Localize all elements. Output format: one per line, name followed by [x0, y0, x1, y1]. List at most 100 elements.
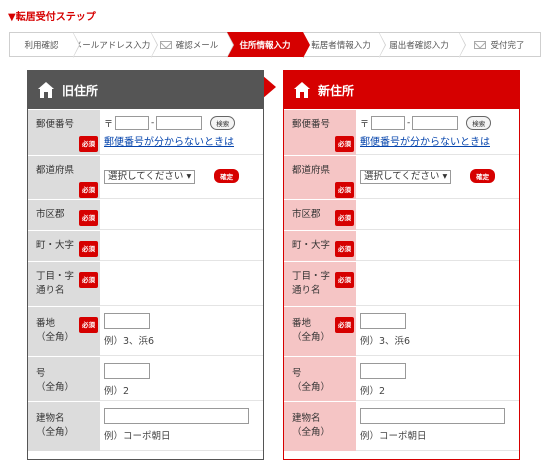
old-zip-help-link[interactable]: 郵便番号が分からないときは: [104, 133, 263, 148]
step-label: 届出者確認入力: [389, 40, 449, 51]
town-label: 町・大字 必須: [28, 231, 100, 261]
label-text: 建物名: [292, 413, 321, 424]
label-text: 都道府県: [292, 165, 331, 176]
required-badge: 必須: [335, 272, 354, 288]
banchi-row: 番地 （全角） 必須 例）3、浜6: [28, 306, 263, 356]
step-label: メールアドレス入力: [73, 40, 151, 51]
new-banchi-input[interactable]: [360, 313, 406, 329]
required-badge: 必須: [335, 210, 354, 226]
old-zip-first-input[interactable]: [115, 116, 150, 130]
go-label: 号 （全角）: [28, 357, 100, 401]
bldg-row: 建物名 （全角） 例）コーポ朝日: [28, 401, 263, 451]
step-label: 受付完了: [490, 40, 525, 51]
step-email-input: メールアドレス入力: [73, 32, 158, 58]
required-badge: 必須: [79, 136, 98, 152]
label-text: （全角）: [36, 332, 75, 343]
zip-value: 〒 - 検索 郵便番号が分からないときは: [356, 110, 519, 155]
go-label: 号 （全角）: [284, 357, 356, 401]
banchi-value: 例）3、浜6: [100, 307, 263, 356]
label-text: （全角）: [292, 382, 331, 393]
label-text: 建物名: [36, 413, 65, 424]
new-zip-second-input[interactable]: [412, 116, 459, 130]
city-value: [356, 200, 519, 230]
label-text: 町・大字: [292, 240, 331, 251]
label-text: 丁目・字: [292, 271, 331, 282]
pref-row: 都道府県 必須 選択してください ▾ 確定: [28, 155, 263, 199]
label-text: 町・大字: [36, 240, 75, 251]
pref-value: 選択してください ▾ 確定: [356, 156, 519, 199]
old-address-header: 旧住所: [28, 71, 263, 109]
city-label: 市区郡 必須: [28, 200, 100, 230]
step-label: 利用確認: [24, 40, 59, 51]
go-example: 例）2: [104, 386, 130, 397]
required-badge: 必須: [79, 182, 98, 198]
required-badge: 必須: [335, 241, 354, 257]
town-row: 町・大字 必須: [28, 230, 263, 261]
pref-row: 都道府県 必須 選択してください ▾ 確定: [284, 155, 519, 199]
new-zip-first-input[interactable]: [371, 116, 406, 130]
label-text: 市区郡: [36, 209, 65, 220]
old-zip-second-input[interactable]: [156, 116, 203, 130]
step-label: 転居者情報入力: [311, 40, 371, 51]
chome-row: 丁目・字 通り名 必須: [28, 261, 263, 306]
bldg-value: 例）コーポ朝日: [356, 402, 519, 451]
old-prefecture-select[interactable]: 選択してください ▾: [104, 170, 196, 184]
pref-label: 都道府県 必須: [28, 156, 100, 199]
step-label: 確認メール: [175, 40, 219, 51]
required-badge: 必須: [79, 210, 98, 226]
new-zip-help-link[interactable]: 郵便番号が分からないときは: [360, 133, 519, 148]
old-building-input[interactable]: [104, 408, 249, 424]
town-row: 町・大字 必須: [284, 230, 519, 261]
old-zip-search-button[interactable]: 検索: [210, 116, 236, 130]
label-text: （全角）: [292, 427, 331, 438]
bldg-example: 例）コーポ朝日: [104, 431, 171, 442]
bldg-example: 例）コーポ朝日: [360, 431, 427, 442]
old-confirm-button[interactable]: 確定: [214, 169, 240, 183]
step-complete: 受付完了: [459, 32, 541, 57]
new-confirm-button[interactable]: 確定: [470, 169, 496, 183]
bldg-label: 建物名 （全角）: [284, 402, 356, 451]
bldg-row: 建物名 （全角） 例）コーポ朝日: [284, 401, 519, 451]
old-go-input[interactable]: [104, 363, 150, 379]
step-usage-check: 利用確認: [9, 32, 80, 58]
zip-label: 郵便番号 必須: [28, 110, 100, 155]
go-example: 例）2: [360, 386, 386, 397]
go-value: 例）2: [100, 357, 263, 401]
new-zip-search-button[interactable]: 検索: [466, 116, 492, 130]
pref-value: 選択してください ▾ 確定: [100, 156, 263, 199]
zip-value: 〒 - 検索 郵便番号が分からないときは: [100, 110, 263, 155]
town-value: [356, 231, 519, 261]
step-notifier-confirm: 届出者確認入力: [379, 32, 466, 58]
label-text: 号: [36, 368, 46, 379]
city-row: 市区郡 必須: [284, 199, 519, 230]
banchi-example: 例）3、浜6: [360, 336, 411, 347]
zip-dash: -: [151, 118, 155, 128]
new-address-panel: 新住所 郵便番号 必須 〒 - 検索 郵便番号が分からないときは 都道府県 必須 選…: [283, 70, 520, 460]
pref-label: 都道府県 必須: [284, 156, 356, 199]
go-row: 号 （全角） 例）2: [284, 356, 519, 401]
step-address-input: 住所情報入力: [227, 32, 310, 58]
house-icon: [38, 82, 54, 98]
chome-label: 丁目・字 通り名 必須: [28, 262, 100, 306]
required-badge: 必須: [335, 317, 354, 333]
new-building-input[interactable]: [360, 408, 505, 424]
mail-icon: [474, 40, 487, 49]
label-text: （全角）: [36, 427, 75, 438]
new-prefecture-select[interactable]: 選択してください ▾: [360, 170, 452, 184]
old-address-panel: 旧住所 郵便番号 必須 〒 - 検索 郵便番号が分からないときは 都道府県 必須 選…: [27, 70, 264, 460]
step-progress-bar: 利用確認 メールアドレス入力 確認メール 住所情報入力 転居者情報入力 届出者確…: [9, 32, 541, 58]
required-badge: 必須: [79, 272, 98, 288]
banchi-row: 番地 （全角） 必須 例）3、浜6: [284, 306, 519, 356]
house-icon: [294, 82, 310, 98]
label-text: 都道府県: [36, 165, 75, 176]
town-value: [100, 231, 263, 261]
bldg-label: 建物名 （全角）: [28, 402, 100, 451]
panel-title: 旧住所: [62, 83, 99, 98]
chome-row: 丁目・字 通り名 必須: [284, 261, 519, 306]
label-text: （全角）: [292, 332, 331, 343]
chome-value: [100, 262, 263, 306]
banchi-label: 番地 （全角） 必須: [28, 307, 100, 356]
old-banchi-input[interactable]: [104, 313, 150, 329]
label-text: 号: [292, 368, 302, 379]
new-go-input[interactable]: [360, 363, 406, 379]
